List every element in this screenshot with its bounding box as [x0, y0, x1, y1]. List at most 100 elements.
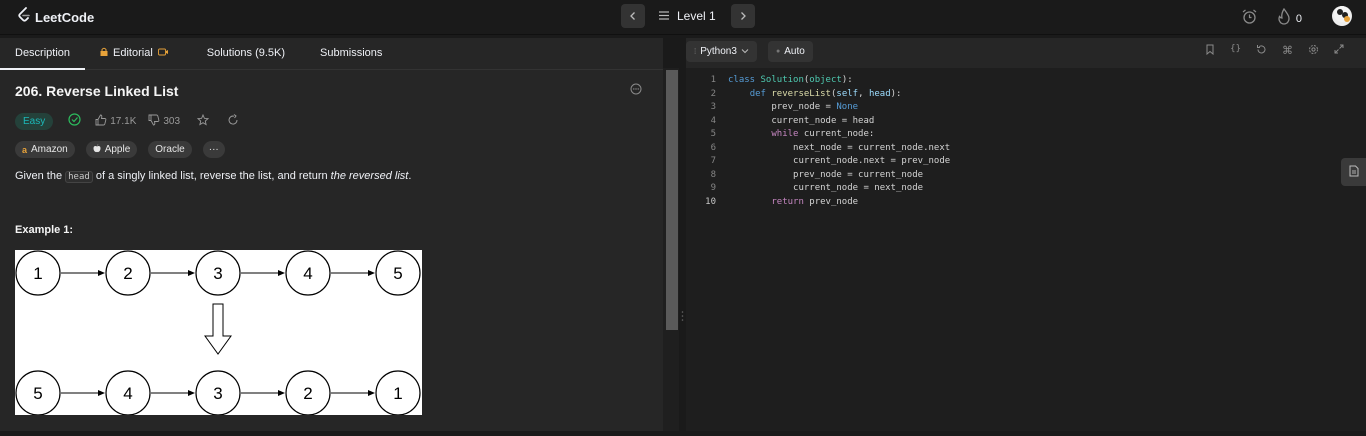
- statement-text: .: [408, 170, 412, 182]
- gear-icon[interactable]: [1308, 44, 1319, 58]
- node-top-5: 5: [375, 250, 421, 296]
- problem-meta: Easy 17.1K 303: [15, 112, 645, 130]
- tab-solutions[interactable]: Solutions (9.5K): [183, 37, 300, 69]
- example-title: Example 1:: [15, 224, 74, 236]
- down-arrow-icon: [204, 303, 232, 355]
- node-value: 5: [33, 384, 42, 403]
- company-tag-amazon[interactable]: a Amazon: [15, 141, 75, 158]
- example-diagram: 1 2 3 4 5 5 4 3 2 1: [15, 250, 422, 416]
- company-name: Oracle: [155, 144, 185, 155]
- auto-mode-button[interactable]: ● Auto: [768, 41, 813, 62]
- apple-icon: [93, 143, 101, 156]
- problem-list-button[interactable]: Level 1: [659, 9, 719, 23]
- code-text: current_node.next = prev_node: [728, 156, 951, 166]
- node-value: 3: [213, 384, 222, 403]
- problem-title: 206. Reverse Linked List: [15, 83, 179, 99]
- reset-icon[interactable]: [1256, 44, 1267, 58]
- difficulty-badge[interactable]: Easy: [15, 112, 54, 130]
- problem-navigation: Level 1: [621, 4, 755, 28]
- company-tag-oracle[interactable]: Oracle: [148, 141, 192, 158]
- language-select[interactable]: ⁞ Python3: [686, 41, 757, 62]
- logo-text: LeetCode: [35, 10, 95, 25]
- lock-icon: [100, 47, 108, 59]
- code-text: def reverseList(self, head):: [749, 88, 902, 99]
- node-value: 1: [393, 384, 402, 403]
- solved-check-icon: [68, 113, 81, 129]
- line-number: 1: [710, 75, 716, 85]
- node-bottom-1: 5: [15, 370, 61, 416]
- description-scrollbar-thumb[interactable]: [666, 70, 678, 330]
- tab-editorial[interactable]: Editorial: [85, 37, 183, 69]
- line-number: 9: [710, 183, 716, 193]
- streak-count: 0: [1295, 13, 1302, 25]
- amazon-icon: a: [22, 144, 28, 155]
- code-text: return prev_node: [771, 196, 859, 207]
- code-line: 5 while current_node:: [686, 128, 1366, 142]
- star-icon[interactable]: [196, 113, 210, 129]
- panel-resize-handle[interactable]: [679, 68, 686, 431]
- line-number: 5: [710, 129, 716, 139]
- tab-submissions[interactable]: Submissions: [300, 37, 397, 69]
- level-label: Level 1: [677, 9, 716, 23]
- line-number: 3: [710, 102, 716, 112]
- tab-label: Solutions (9.5K): [206, 47, 286, 59]
- problem-statement: Given the head of a singly linked list, …: [15, 170, 645, 183]
- code-line: 4 current_node = head: [686, 115, 1366, 129]
- node-top-3: 3: [195, 250, 241, 296]
- thumbs-down-icon: [148, 114, 160, 129]
- node-top-4: 4: [285, 250, 331, 296]
- mode-label: Auto: [784, 46, 805, 57]
- dislike-button[interactable]: 303: [148, 114, 180, 129]
- share-icon[interactable]: [227, 113, 239, 129]
- code-text: prev_node = current_node: [728, 169, 924, 180]
- chevron-left-icon: [628, 8, 638, 24]
- code-line: 6 next_node = current_node.next: [686, 142, 1366, 156]
- more-options-icon[interactable]: [630, 82, 642, 100]
- expand-icon[interactable]: [1334, 44, 1344, 58]
- side-panel-toggle[interactable]: [1341, 158, 1366, 186]
- streak-counter[interactable]: 0: [1277, 7, 1302, 30]
- more-companies-button[interactable]: ···: [202, 141, 225, 158]
- leetcode-logo-icon: [17, 7, 31, 28]
- code-line: 3 prev_node = None: [686, 101, 1366, 115]
- language-label: Python3: [700, 46, 737, 57]
- code-line: 9 current_node = next_node: [686, 182, 1366, 196]
- description-tabs: Description Editorial Solutions (9.5K) S…: [0, 38, 663, 70]
- fire-icon: [1277, 7, 1291, 30]
- avatar[interactable]: [1332, 5, 1352, 26]
- line-number: 6: [710, 142, 716, 153]
- node-bottom-4: 2: [285, 370, 331, 416]
- logo[interactable]: LeetCode: [17, 7, 94, 28]
- command-icon[interactable]: ⌘: [1282, 44, 1293, 58]
- company-tags: a Amazon Apple Oracle ···: [15, 141, 645, 158]
- tab-label: Editorial: [113, 47, 153, 59]
- code-line: 7 current_node.next = prev_node: [686, 155, 1366, 169]
- code-text: current_node = head: [728, 115, 875, 126]
- code-text: class Solution(object):: [728, 75, 853, 85]
- editor-toolbar: ⁞ Python3 ● Auto {} ⌘: [686, 38, 1366, 68]
- chevron-down-icon: [741, 46, 749, 57]
- braces-icon[interactable]: {}: [1230, 44, 1241, 58]
- bookmark-icon[interactable]: [1205, 44, 1215, 58]
- video-icon: [157, 47, 168, 59]
- problem-description: 206. Reverse Linked List Easy 17.1K 303: [15, 82, 645, 236]
- prev-problem-button[interactable]: [621, 4, 645, 28]
- company-name: Amazon: [31, 144, 68, 155]
- inline-code: head: [65, 171, 93, 183]
- node-value: 3: [213, 264, 222, 283]
- next-problem-button[interactable]: [731, 4, 755, 28]
- code-area[interactable]: 1 class Solution(object): 2 def reverseLi…: [686, 74, 1366, 209]
- node-value: 5: [393, 264, 402, 283]
- statement-emphasis: the reversed list: [330, 170, 409, 182]
- company-name: Apple: [104, 144, 131, 155]
- node-value: 2: [303, 384, 312, 403]
- line-number: 8: [710, 169, 716, 180]
- code-text: current_node = next_node: [728, 183, 924, 193]
- code-line: 8 prev_node = current_node: [686, 169, 1366, 183]
- node-top-1: 1: [15, 250, 61, 296]
- like-button[interactable]: 17.1K: [95, 114, 136, 129]
- company-tag-apple[interactable]: Apple: [85, 141, 138, 158]
- tab-description[interactable]: Description: [0, 37, 86, 70]
- alarm-clock-icon[interactable]: [1241, 8, 1258, 30]
- node-top-2: 2: [105, 250, 151, 296]
